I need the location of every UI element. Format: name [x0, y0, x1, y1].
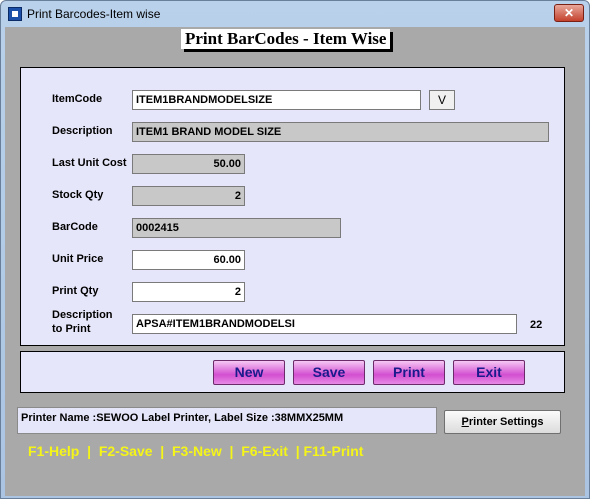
item-lookup-button[interactable]: V [429, 90, 455, 110]
exit-button[interactable]: Exit [453, 360, 525, 385]
save-button[interactable]: Save [293, 360, 365, 385]
printer-settings-label: rinter Settings [468, 416, 544, 428]
description-to-print-input[interactable]: APSA#ITEM1BRANDMODELSI [132, 314, 517, 334]
action-button-panel: New Save Print Exit [20, 351, 565, 393]
print-qty-input[interactable]: 2 [132, 282, 245, 302]
printer-settings-button[interactable]: Printer Settings [444, 410, 561, 434]
barcode-label: BarCode [52, 221, 98, 233]
item-code-input[interactable]: ITEM1BRANDMODELSIZE [132, 90, 421, 110]
unit-price-label: Unit Price [52, 253, 104, 265]
close-icon: ✕ [563, 6, 575, 20]
printer-settings-access-key: P [461, 416, 469, 428]
form-panel: ItemCode ITEM1BRANDMODELSIZE V Descripti… [20, 67, 565, 346]
last-unit-cost-field: 50.00 [132, 154, 245, 174]
unit-price-input[interactable]: 60.00 [132, 250, 245, 270]
client-area: Print BarCodes - Item Wise ItemCode ITEM… [5, 27, 585, 496]
title-bar[interactable]: Print Barcodes-Item wise ✕ [1, 1, 589, 27]
barcode-field: 0002415 [132, 218, 341, 238]
description-length-count: 22 [530, 319, 543, 331]
new-button[interactable]: New [213, 360, 285, 385]
window-title: Print Barcodes-Item wise [27, 7, 161, 21]
page-title: Print BarCodes - Item Wise [181, 29, 391, 49]
stock-qty-label: Stock Qty [52, 189, 104, 201]
description-field: ITEM1 BRAND MODEL SIZE [132, 122, 549, 142]
item-code-label: ItemCode [52, 93, 103, 105]
hotkey-legend: F1-Help | F2-Save | F3-New | F6-Exit | F… [28, 443, 364, 459]
app-icon [8, 7, 22, 21]
window: Print Barcodes-Item wise ✕ Print BarCode… [0, 0, 590, 499]
close-button[interactable]: ✕ [554, 4, 584, 22]
description-label: Description [52, 125, 113, 137]
print-button[interactable]: Print [373, 360, 445, 385]
last-unit-cost-label: Last Unit Cost [52, 157, 127, 169]
printer-info-status: Printer Name :SEWOO Label Printer, Label… [17, 407, 437, 434]
description-to-print-label-line1: Description [52, 309, 113, 321]
print-qty-label: Print Qty [52, 285, 99, 297]
description-to-print-label-line2: to Print [52, 323, 91, 335]
stock-qty-field: 2 [132, 186, 245, 206]
